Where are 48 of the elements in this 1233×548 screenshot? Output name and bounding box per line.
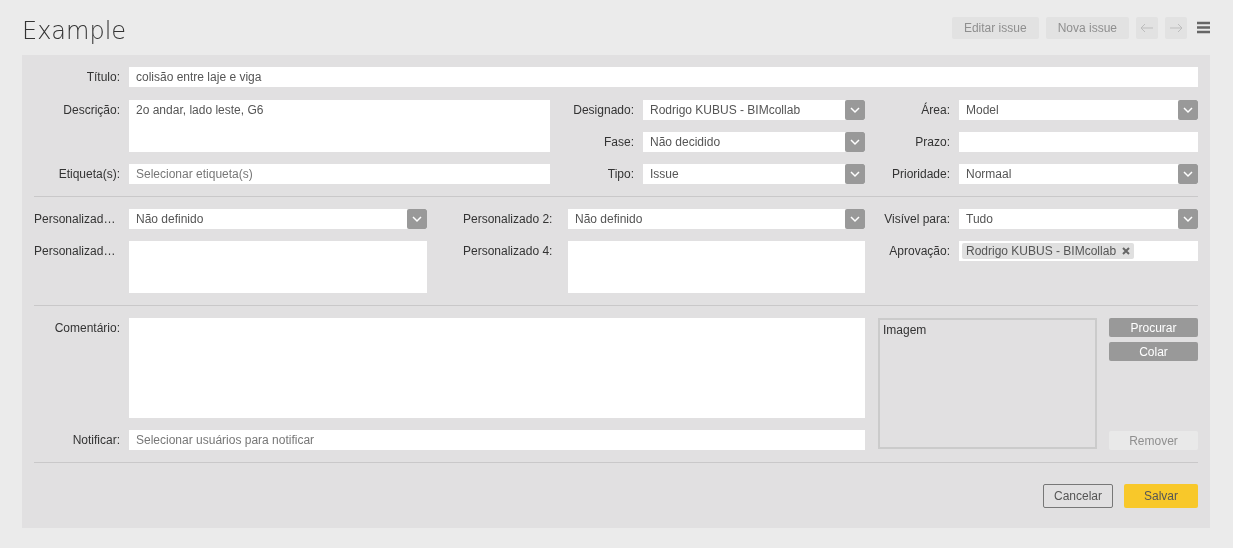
input-field[interactable] [959, 132, 1198, 152]
select-dropdown[interactable]: Tudo [959, 209, 1198, 229]
chevron-down-icon[interactable] [845, 100, 865, 120]
chevron-down-icon[interactable] [407, 209, 427, 229]
select-dropdown[interactable]: Issue [643, 164, 865, 184]
field-label: Notificar: [71, 432, 121, 449]
field-label: Prioridade: [890, 166, 951, 183]
chevron-down-icon[interactable] [845, 132, 865, 152]
field-label: Aprovação: [888, 243, 951, 260]
chevron-down-icon[interactable] [1178, 209, 1198, 229]
chevron-down-icon[interactable] [1178, 100, 1198, 120]
chevron-down-icon[interactable] [1178, 164, 1198, 184]
field-label: Personalizad… [34, 243, 117, 260]
field-label: Título: [85, 69, 121, 86]
input-field[interactable]: colisão entre laje e viga [129, 67, 1198, 87]
field-label: Personalizad… [34, 211, 117, 228]
select-dropdown[interactable]: Rodrigo KUBUS - BIMcollab [643, 100, 865, 120]
field-label: Área: [920, 101, 951, 119]
field-label: Personalizado 2: [462, 211, 554, 228]
select-dropdown[interactable]: Model [959, 100, 1198, 120]
tag-field[interactable]: Rodrigo KUBUS - BIMcollab [959, 241, 1198, 261]
field-label: Descrição: [62, 102, 121, 119]
image-drop-area[interactable]: Imagem [878, 318, 1097, 449]
input-field[interactable]: Selecionar usuários para notificar [129, 430, 865, 450]
chevron-down-icon[interactable] [845, 164, 865, 184]
input-field[interactable]: Selecionar etiqueta(s) [129, 164, 550, 184]
select-dropdown[interactable]: Não decidido [643, 132, 865, 152]
chevron-down-icon[interactable] [845, 209, 865, 229]
arrow-right-icon [1169, 22, 1183, 33]
menu-icon[interactable] [1197, 21, 1210, 34]
field-label: Personalizado 4: [462, 243, 554, 260]
field-label: Fase: [603, 134, 635, 151]
save-button[interactable]: Salvar [1124, 484, 1198, 508]
page-title: Example [22, 15, 127, 45]
field-label: Comentário: [53, 320, 121, 337]
field-label: Tipo: [606, 166, 635, 183]
field-label: Designado: [572, 102, 635, 119]
field-label: Prazo: [914, 134, 951, 151]
field-label: Visível para: [883, 211, 951, 228]
cancel-button[interactable]: Cancelar [1043, 484, 1113, 508]
arrow-left-icon [1140, 22, 1154, 33]
field-label: Etiqueta(s): [57, 166, 121, 183]
text-area[interactable]: 2o andar, lado leste, G6 [129, 100, 550, 152]
select-dropdown[interactable]: Não definido [568, 209, 865, 229]
close-icon[interactable] [1122, 247, 1131, 255]
select-dropdown[interactable]: Normaal [959, 164, 1198, 184]
tag-label: Rodrigo KUBUS - BIMcollab [966, 243, 1117, 259]
select-dropdown[interactable]: Não definido [129, 209, 427, 229]
